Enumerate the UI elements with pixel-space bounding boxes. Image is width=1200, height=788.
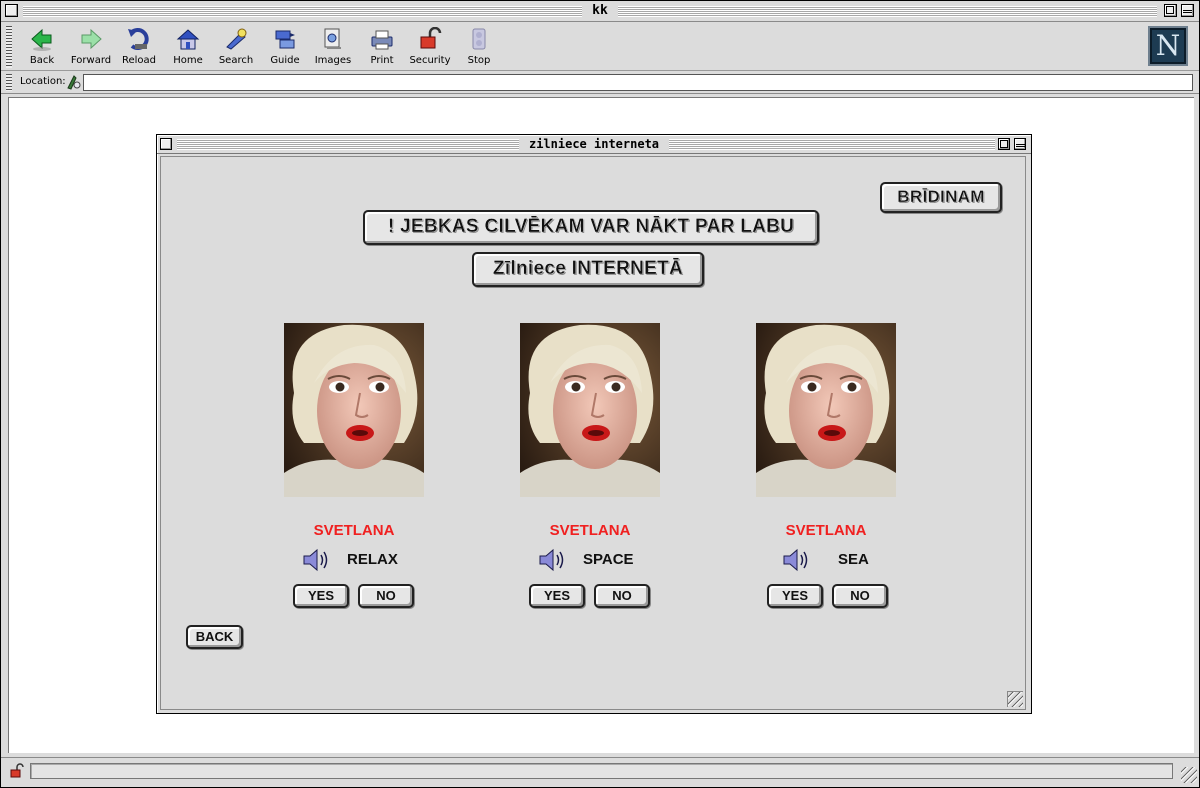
window-resize-grip[interactable] [1181, 767, 1197, 783]
location-grip[interactable] [6, 74, 12, 91]
search-button[interactable]: Search [212, 27, 260, 67]
svetlana-photo-1 [284, 323, 424, 497]
netscape-logo-icon[interactable]: N [1148, 26, 1188, 66]
reload-button[interactable]: Reload [115, 27, 163, 67]
status-bar [1, 757, 1199, 787]
home-icon [176, 27, 200, 51]
sound-label-1: RELAX [347, 551, 398, 568]
window-title-bar[interactable]: kk [1, 1, 1199, 22]
images-button[interactable]: Images [309, 27, 357, 67]
padlock-icon [418, 26, 442, 51]
search-icon [224, 27, 248, 51]
guide-icon [273, 27, 297, 51]
speaker-icon[interactable] [538, 547, 568, 573]
location-bar: Location: [1, 72, 1199, 94]
fortune-teller-name-3: SVETLANA [785, 522, 867, 539]
print-icon [370, 27, 394, 51]
forward-arrow-icon [79, 27, 103, 51]
location-input[interactable] [83, 74, 1193, 91]
no-button-2[interactable]: NO [594, 584, 650, 608]
security-button[interactable]: Security [406, 26, 454, 67]
images-icon [321, 27, 345, 51]
back-page-button[interactable]: BACK [186, 625, 243, 649]
sound-label-2: SPACE [583, 551, 634, 568]
sound-label-3: SEA [838, 551, 869, 568]
inner-zoom-box[interactable] [998, 138, 1010, 150]
inner-window-title-bar[interactable]: zilniece interneta [157, 135, 1031, 154]
yes-button-2[interactable]: YES [529, 584, 585, 608]
status-text [30, 763, 1173, 779]
yes-button-3[interactable]: YES [767, 584, 823, 608]
forward-button[interactable]: Forward [67, 27, 115, 67]
resize-grip[interactable] [1007, 691, 1023, 707]
inner-collapse-box[interactable] [1014, 138, 1026, 150]
yes-button-1[interactable]: YES [293, 584, 349, 608]
collapse-box[interactable] [1181, 4, 1194, 17]
svetlana-photo-2 [520, 323, 660, 497]
speaker-icon[interactable] [302, 547, 332, 573]
back-button[interactable]: Back [18, 27, 66, 67]
page-proxy-icon[interactable] [65, 74, 81, 90]
fortune-teller-name-2: SVETLANA [549, 522, 631, 539]
stop-button[interactable]: Stop [455, 27, 503, 67]
print-button[interactable]: Print [358, 27, 406, 67]
back-arrow-icon [30, 27, 54, 51]
no-button-3[interactable]: NO [832, 584, 888, 608]
browser-window: kk Back Forward Reload Home Search Guide… [0, 0, 1200, 788]
toolbar-grip[interactable] [6, 26, 12, 68]
fortune-teller-button[interactable]: Zīlniece INTERNETĀ [472, 252, 704, 287]
window-title: kk [1, 3, 1199, 18]
no-button-1[interactable]: NO [358, 584, 414, 608]
location-label: Location: [20, 76, 66, 87]
speaker-icon[interactable] [782, 547, 812, 573]
navigation-toolbar: Back Forward Reload Home Search Guide Im… [1, 23, 1199, 71]
svetlana-photo-3 [756, 323, 896, 497]
reload-icon [127, 27, 151, 51]
guide-button[interactable]: Guide [261, 27, 309, 67]
security-lock-icon[interactable] [9, 763, 25, 779]
stop-icon [467, 27, 491, 51]
fortune-teller-name-1: SVETLANA [313, 522, 395, 539]
headline-button[interactable]: ! JEBKAS CILVĒKAM VAR NĀKT PAR LABU [363, 210, 819, 245]
zoom-box[interactable] [1164, 4, 1177, 17]
inner-window-title: zilniece interneta [157, 137, 1031, 151]
warning-button[interactable]: BRĪDINAM [880, 182, 1002, 213]
home-button[interactable]: Home [164, 27, 212, 67]
